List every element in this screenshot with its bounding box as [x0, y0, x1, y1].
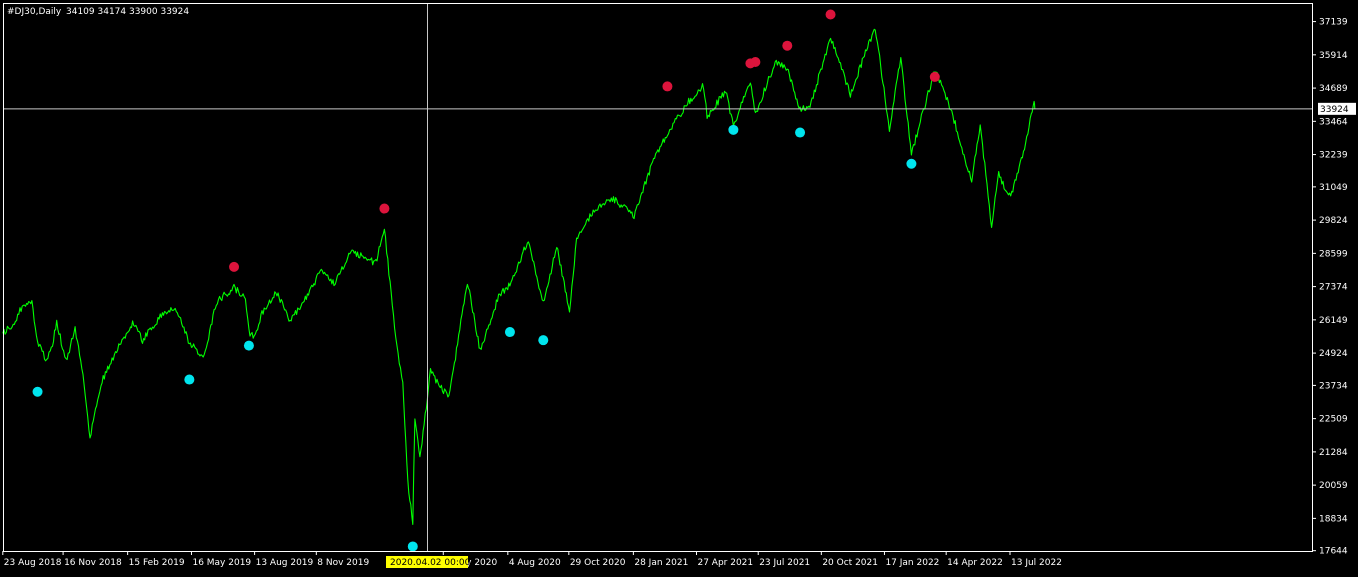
price-tick-label: 32239: [1319, 151, 1348, 161]
time-tick-label: 20 Oct 2021: [822, 558, 878, 568]
time-tick-label: 14 Apr 2022: [947, 558, 1003, 568]
time-tick-label: 29 Oct 2020: [570, 558, 626, 568]
swing-high-marker: [825, 9, 836, 20]
price-tick-label: 31049: [1319, 183, 1348, 193]
price-tick-label: 27374: [1319, 283, 1348, 293]
time-tick-label: 8 Nov 2019: [317, 558, 369, 568]
ohlc-values: 34109 34174 33900 33924: [66, 7, 189, 17]
chart-canvas[interactable]: 37139 35914 34689 33464 32239 31049 29824 28599…: [0, 0, 1358, 573]
time-tick-label: 23 Jul 2021: [759, 558, 810, 568]
crosshair-date-label: 2020.04.02 00:00: [390, 558, 471, 568]
price-tick-label: 29824: [1319, 216, 1348, 226]
price-tick-label: 22509: [1319, 415, 1348, 425]
price-tick-label: 37139: [1319, 18, 1348, 28]
time-tick-label: 13 Jul 2022: [1011, 558, 1062, 568]
swing-low-marker: [728, 124, 739, 135]
swing-low-marker: [906, 158, 917, 169]
price-tick-label: 21284: [1319, 448, 1348, 458]
swing-high-marker: [379, 203, 390, 214]
time-tick-label: 4 Aug 2020: [509, 558, 561, 568]
swing-low-marker: [795, 127, 806, 138]
current-price-label: 33924: [1320, 105, 1349, 115]
price-tick-label: 17644: [1319, 547, 1348, 557]
swing-high-marker: [929, 71, 940, 82]
price-tick-label: 35914: [1319, 51, 1348, 61]
time-tick-label: 27 Apr 2021: [697, 558, 753, 568]
price-tick-label: 28599: [1319, 249, 1348, 259]
time-tick-label: 13 Aug 2019: [256, 558, 314, 568]
price-tick-label: 33464: [1319, 117, 1348, 127]
price-tick-label: 24924: [1319, 349, 1348, 359]
time-tick-label: 17 Jan 2022: [885, 558, 939, 568]
swing-high-marker: [782, 40, 793, 51]
swing-high-marker: [229, 261, 240, 272]
time-tick-label: 16 Nov 2018: [64, 558, 122, 568]
time-tick-label: 15 Feb 2019: [129, 558, 185, 568]
price-chart[interactable]: 37139 35914 34689 33464 32239 31049 29824 28599…: [0, 0, 1358, 573]
time-tick-label: 16 May 2019: [192, 558, 251, 568]
price-tick-label: 23734: [1319, 381, 1348, 391]
price-tick-label: 20059: [1319, 481, 1348, 491]
swing-low-marker: [32, 386, 43, 397]
symbol-label: #DJ30,Daily: [7, 7, 62, 17]
chart-background: [0, 0, 1358, 573]
swing-low-marker: [184, 374, 195, 385]
time-tick-label: 28 Jan 2021: [634, 558, 688, 568]
swing-low-marker: [243, 340, 254, 351]
time-tick-label: 23 Aug 2018: [4, 558, 62, 568]
swing-high-marker: [750, 56, 761, 67]
swing-high-marker: [662, 81, 673, 92]
price-tick-label: 18834: [1319, 514, 1348, 524]
swing-low-marker: [407, 541, 418, 552]
price-tick-label: 26149: [1319, 316, 1348, 326]
swing-low-marker: [538, 335, 549, 346]
price-tick-label: 34689: [1319, 84, 1348, 94]
swing-low-marker: [504, 327, 515, 338]
